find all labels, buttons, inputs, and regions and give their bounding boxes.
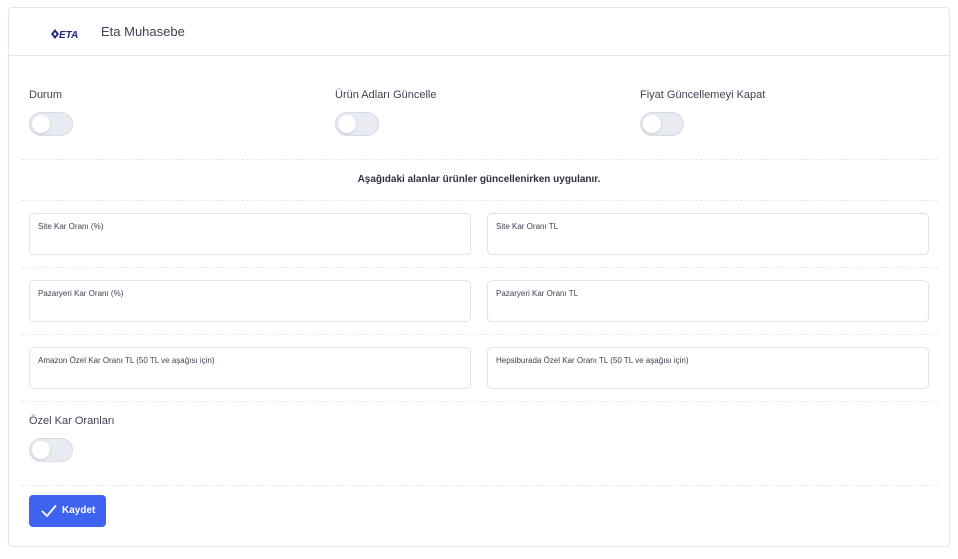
site-kar-yuzde-field: Site Kar Oranı (%): [29, 213, 471, 255]
ozel-kar-toggle[interactable]: [29, 438, 73, 462]
divider: [21, 401, 938, 402]
toggle-knob: [338, 115, 356, 133]
ozel-kar-label: Özel Kar Oranları: [29, 415, 115, 427]
settings-card: ETA Eta Muhasebe Durum Ürün Adları Günce…: [8, 7, 950, 547]
durum-toggle[interactable]: [29, 112, 73, 136]
save-button[interactable]: Kaydet: [29, 495, 106, 527]
urun-adlari-label: Ürün Adları Güncelle: [335, 89, 437, 101]
pazaryeri-kar-yuzde-input[interactable]: [38, 301, 458, 317]
divider: [21, 267, 938, 268]
site-kar-tl-field: Site Kar Oranı TL: [487, 213, 929, 255]
toggle-knob: [32, 441, 50, 459]
pazaryeri-kar-tl-label: Pazaryeri Kar Oranı TL: [496, 289, 579, 298]
pazaryeri-kar-tl-input[interactable]: [496, 301, 916, 317]
site-kar-yuzde-label: Site Kar Oranı (%): [38, 222, 104, 231]
site-kar-tl-label: Site Kar Oranı TL: [496, 222, 559, 231]
card-header: ETA Eta Muhasebe: [9, 8, 949, 56]
section-note: Aşağıdaki alanlar ürünler güncellenirken…: [357, 174, 601, 185]
hepsiburada-ozel-input[interactable]: [496, 368, 916, 384]
amazon-ozel-label: Amazon Özel Kar Oranı TL (50 TL ve aşağı…: [38, 356, 215, 365]
toggle-knob: [32, 115, 50, 133]
urun-adlari-group: Ürün Adları Güncelle: [335, 89, 437, 101]
amazon-ozel-input[interactable]: [38, 368, 458, 384]
fiyat-kapat-group: Fiyat Güncellemeyi Kapat: [640, 89, 765, 101]
site-kar-tl-input[interactable]: [496, 234, 916, 250]
amazon-ozel-field: Amazon Özel Kar Oranı TL (50 TL ve aşağı…: [29, 347, 471, 389]
hepsiburada-ozel-field: Hepsiburada Özel Kar Oranı TL (50 TL ve …: [487, 347, 929, 389]
divider: [21, 159, 938, 160]
divider: [21, 334, 938, 335]
divider: [21, 200, 938, 201]
save-button-label: Kaydet: [62, 505, 96, 516]
divider: [21, 485, 938, 486]
pazaryeri-kar-yuzde-label: Pazaryeri Kar Oranı (%): [38, 289, 124, 298]
check-icon: [41, 505, 57, 517]
pazaryeri-kar-tl-field: Pazaryeri Kar Oranı TL: [487, 280, 929, 322]
pazaryeri-kar-yuzde-field: Pazaryeri Kar Oranı (%): [29, 280, 471, 322]
urun-adlari-toggle[interactable]: [335, 112, 379, 136]
ozel-kar-group: Özel Kar Oranları: [29, 415, 115, 427]
site-kar-yuzde-input[interactable]: [38, 234, 458, 250]
eta-logo: ETA: [51, 29, 78, 41]
fiyat-kapat-toggle[interactable]: [640, 112, 684, 136]
hepsiburada-ozel-label: Hepsiburada Özel Kar Oranı TL (50 TL ve …: [496, 356, 689, 365]
eta-logo-text: ETA: [59, 30, 78, 41]
fiyat-kapat-label: Fiyat Güncellemeyi Kapat: [640, 89, 766, 101]
durum-label: Durum: [29, 89, 63, 101]
toggle-knob: [643, 115, 661, 133]
page-title: Eta Muhasebe: [101, 24, 185, 39]
durum-group: Durum: [29, 89, 62, 101]
